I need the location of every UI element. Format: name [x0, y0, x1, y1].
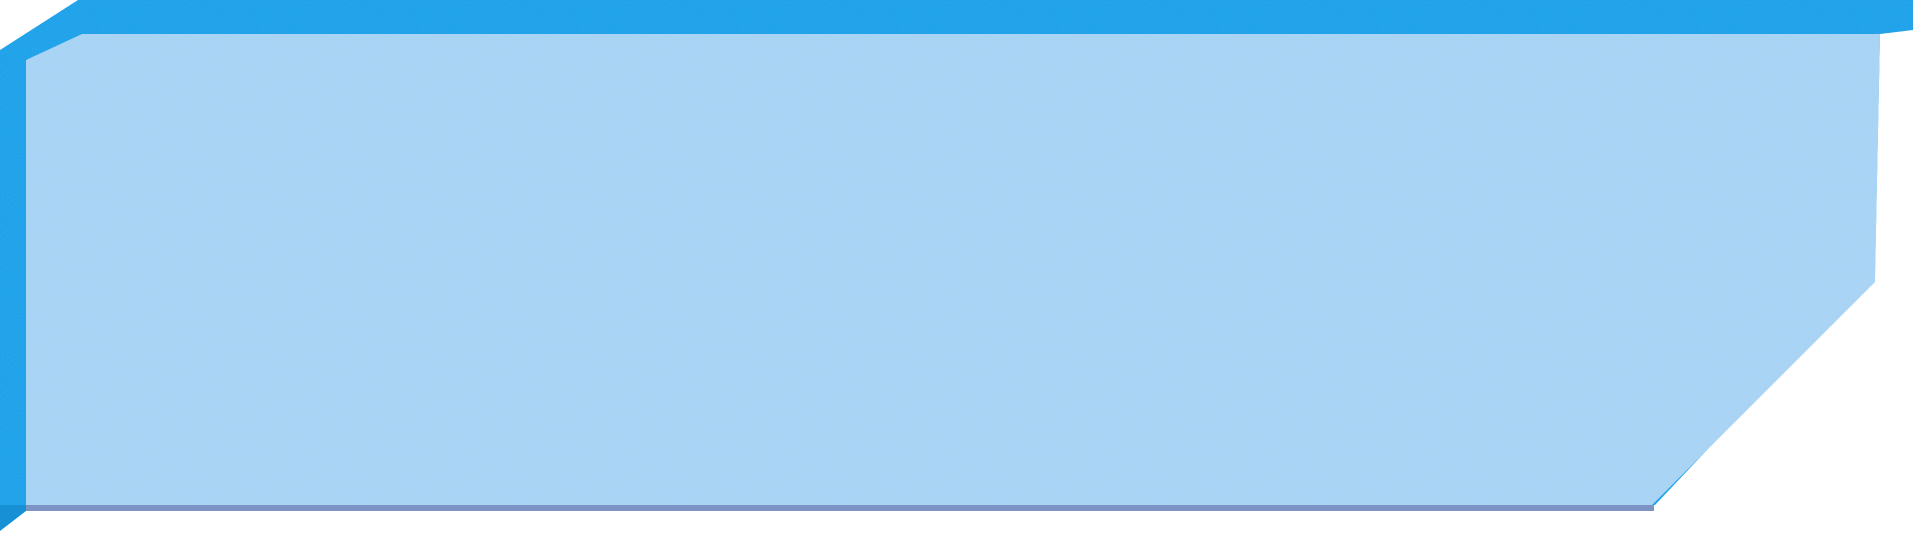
panel-frame-tail: [0, 505, 26, 531]
panel-canvas: [0, 0, 1913, 542]
panel-face: [26, 34, 1880, 505]
panel-bottom-edge: [26, 505, 1654, 511]
panel-graphic: [0, 0, 1913, 531]
